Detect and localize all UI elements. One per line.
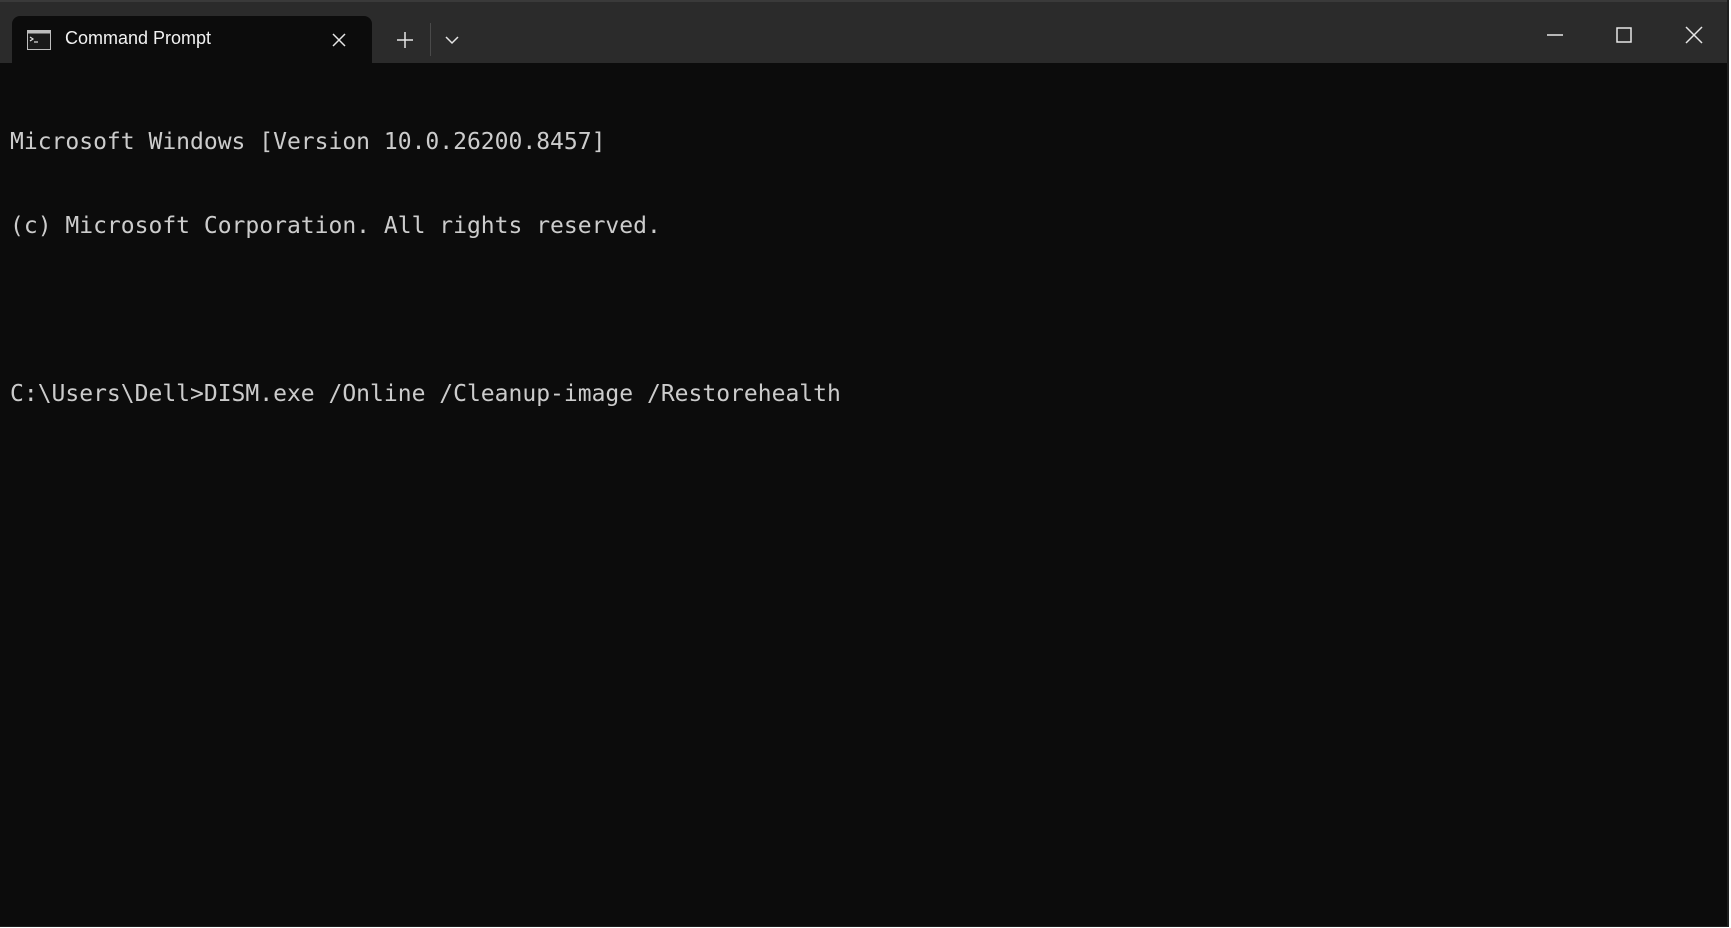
terminal-line-copyright: (c) Microsoft Corporation. All rights re… xyxy=(10,213,661,239)
maximize-icon[interactable] xyxy=(1601,12,1647,58)
tab-title: Command Prompt xyxy=(65,28,212,48)
title-bar[interactable]: Command Prompt xyxy=(0,0,1727,65)
command-prompt-icon xyxy=(27,30,51,50)
tab-command-prompt[interactable]: Command Prompt xyxy=(12,16,372,65)
plus-icon[interactable] xyxy=(390,25,420,55)
terminal-window: Command Prompt Microsoft Windows [Versio… xyxy=(0,0,1729,927)
terminal-output[interactable]: Microsoft Windows [Version 10.0.26200.84… xyxy=(10,72,1727,926)
terminal-line-version: Microsoft Windows [Version 10.0.26200.84… xyxy=(10,129,606,155)
minimize-icon[interactable] xyxy=(1532,12,1578,58)
tab-close-icon[interactable] xyxy=(328,29,350,51)
chevron-down-icon[interactable] xyxy=(437,25,467,55)
close-icon[interactable] xyxy=(1671,12,1717,58)
terminal-line-command[interactable]: C:\Users\Dell>DISM.exe /Online /Cleanup-… xyxy=(10,380,1727,408)
toolbar-divider xyxy=(430,23,431,56)
